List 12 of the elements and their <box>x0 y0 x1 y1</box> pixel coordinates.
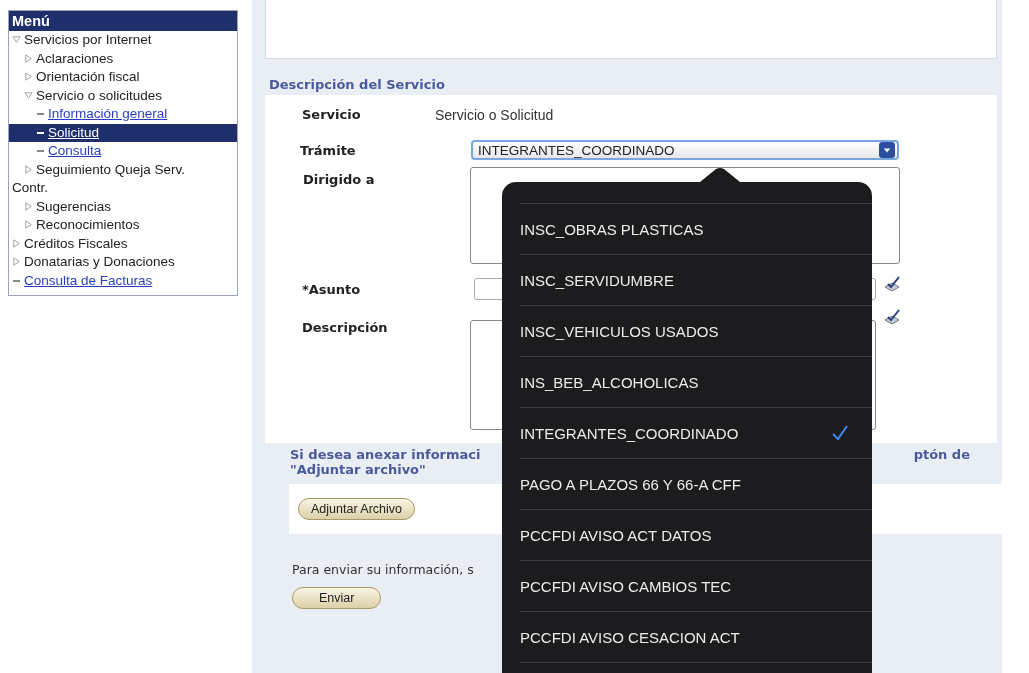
attach-note: "Adjuntar archivo" <box>290 462 426 477</box>
field-label: *Asunto <box>301 281 362 297</box>
field-value: Servicio o Solicitud <box>435 107 554 123</box>
field-label: Descripción <box>301 320 389 335</box>
menu-title: Menú <box>9 11 237 31</box>
attach-note: ptón de <box>913 447 970 462</box>
field-label: Trámite <box>299 142 357 158</box>
field-label: Servicio <box>301 107 362 122</box>
field-label: Dirigido a <box>302 171 376 187</box>
send-note: Para enviar su información, s <box>292 562 475 577</box>
section-title: Descripción del Servicio <box>268 77 446 94</box>
attach-note: Si desea anexar informaci <box>290 447 481 462</box>
